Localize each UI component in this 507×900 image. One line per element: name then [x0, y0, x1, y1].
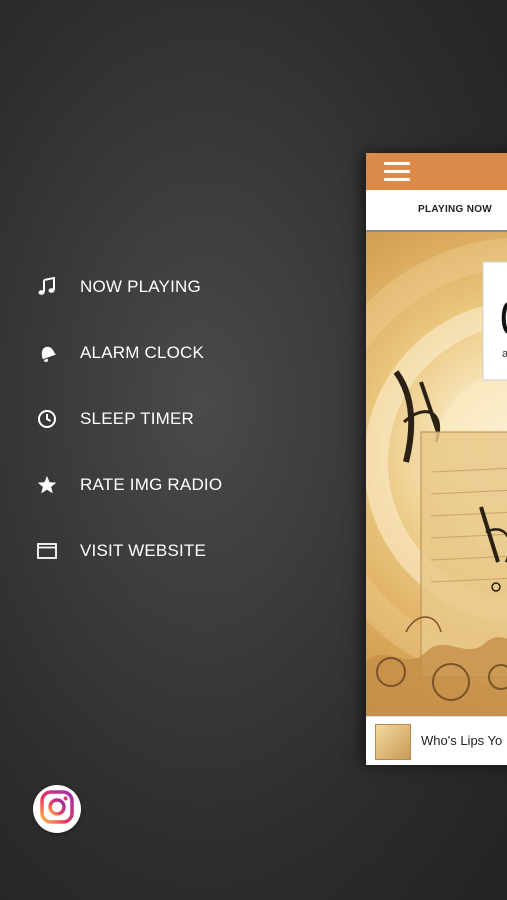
browser-window-icon [36, 540, 58, 562]
menu-item-label: NOW PLAYING [80, 277, 201, 296]
menu-item-now-playing[interactable]: NOW PLAYING [0, 262, 340, 312]
hamburger-menu-icon[interactable] [384, 162, 410, 182]
screen: NOW PLAYING ALARM CLOCK SLEEP TIMER RATE… [0, 0, 507, 900]
tab-bar: PLAYING NOW [366, 190, 507, 232]
tab-playing-now[interactable]: PLAYING NOW [418, 204, 492, 215]
menu-item-rate[interactable]: RATE IMG RADIO [0, 460, 340, 510]
bell-icon [36, 342, 58, 364]
now-playing-bar[interactable]: Who's Lips Yo [366, 716, 507, 765]
menu-item-label: SLEEP TIMER [80, 409, 195, 428]
album-artwork: a [366, 232, 507, 716]
menu-item-label: ALARM CLOCK [80, 343, 205, 362]
menu-item-visit-website[interactable]: VISIT WEBSITE [0, 526, 340, 576]
instagram-button[interactable] [33, 785, 81, 833]
app-header [366, 153, 507, 190]
menu-item-alarm-clock[interactable]: ALARM CLOCK [0, 328, 340, 378]
track-thumbnail [375, 724, 411, 760]
menu-item-label: RATE IMG RADIO [80, 475, 223, 494]
menu-item-label: VISIT WEBSITE [80, 541, 207, 560]
star-icon [36, 474, 58, 496]
instagram-icon [40, 789, 74, 829]
now-playing-track-title: Who's Lips Yo [421, 733, 503, 748]
clock-icon [36, 408, 58, 430]
svg-text:a: a [502, 348, 507, 360]
music-note-icon [36, 276, 58, 298]
app-main-panel[interactable]: PLAYING NOW a Who's Lips Yo [366, 153, 507, 765]
menu-item-sleep-timer[interactable]: SLEEP TIMER [0, 394, 340, 444]
